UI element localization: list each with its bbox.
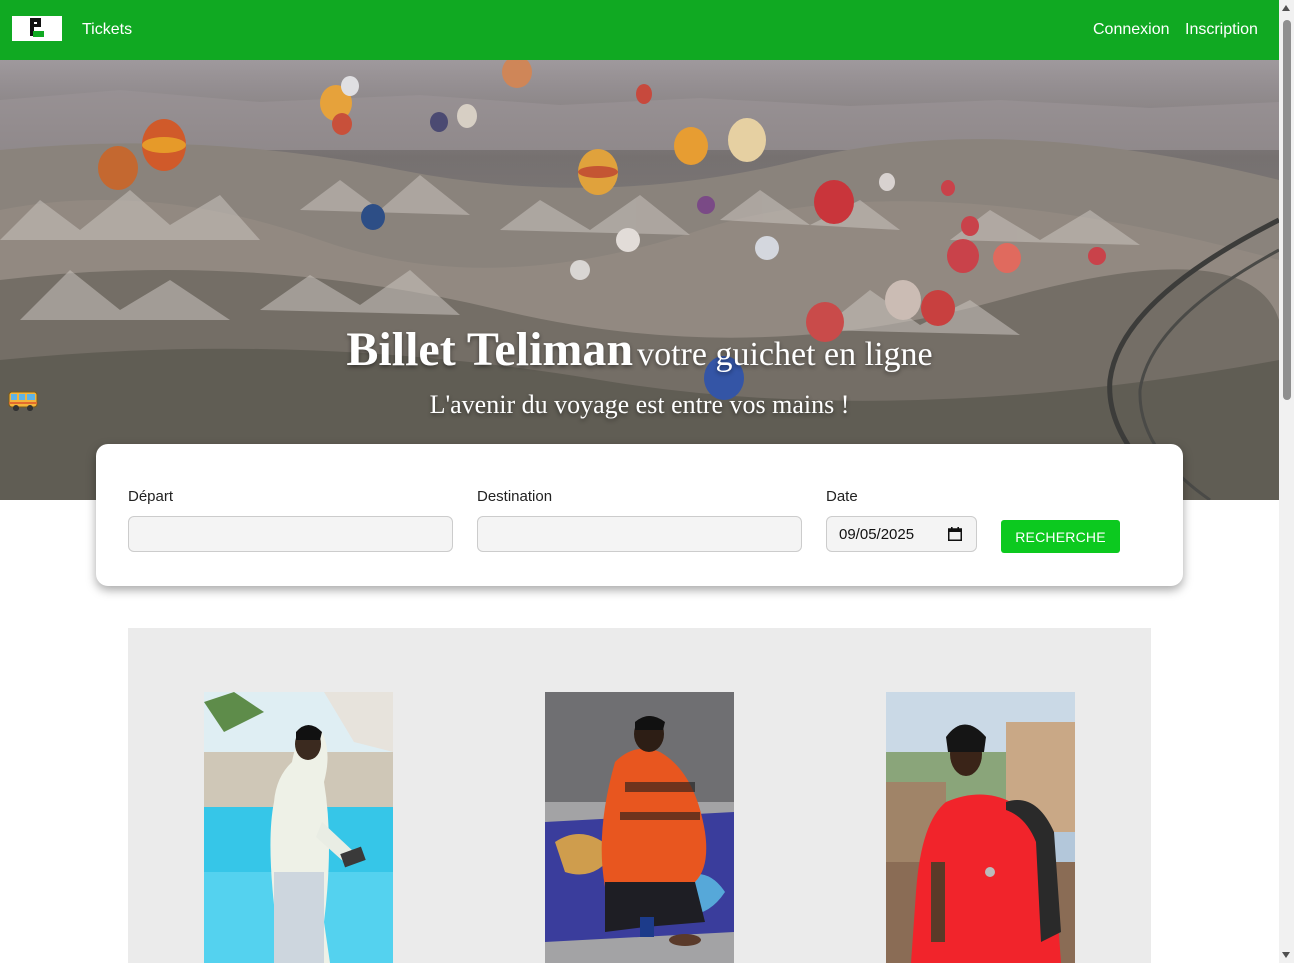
scroll-up-icon[interactable] [1282, 5, 1290, 11]
date-label: Date [826, 488, 858, 505]
depart-input[interactable] [128, 516, 453, 552]
page-scrollbar[interactable] [1279, 0, 1294, 963]
scroll-down-icon[interactable] [1282, 952, 1290, 958]
calendar-icon[interactable] [948, 527, 962, 541]
nav-tickets-link[interactable]: Tickets [82, 20, 132, 40]
hero-banner: Billet Teliman votre guichet en ligne L'… [0, 60, 1279, 500]
top-navbar: Tickets Connexion Inscription [0, 0, 1279, 60]
hero-title: Billet Teliman votre guichet en ligne [0, 322, 1279, 377]
brand-logo[interactable] [12, 16, 62, 41]
date-value: 09/05/2025 [839, 525, 915, 543]
team-photo-1 [204, 692, 393, 963]
nav-login-link[interactable]: Connexion [1093, 20, 1170, 40]
bus-emoji-icon [8, 391, 38, 411]
hero-subtitle-text: L'avenir du voyage est entre vos mains ! [429, 390, 850, 419]
team-photo-3 [886, 692, 1075, 963]
hero-subtitle: L'avenir du voyage est entre vos mains ! [0, 390, 1279, 420]
team-section [128, 628, 1151, 963]
search-button[interactable]: RECHERCHE [1001, 520, 1120, 553]
team-photo-2 [545, 692, 734, 963]
hero-tagline: votre guichet en ligne [637, 336, 933, 373]
scroll-thumb[interactable] [1283, 20, 1291, 400]
logo-icon [30, 17, 44, 40]
hero-background-image [0, 60, 1279, 500]
destination-input[interactable] [477, 516, 802, 552]
nav-signup-link[interactable]: Inscription [1185, 20, 1258, 40]
hero-brand: Billet Teliman [346, 323, 634, 376]
destination-label: Destination [477, 488, 553, 505]
date-input[interactable]: 09/05/2025 [826, 516, 977, 552]
search-form: Départ Destination Date 09/05/2025 RECHE… [96, 444, 1183, 586]
depart-label: Départ [128, 488, 174, 505]
